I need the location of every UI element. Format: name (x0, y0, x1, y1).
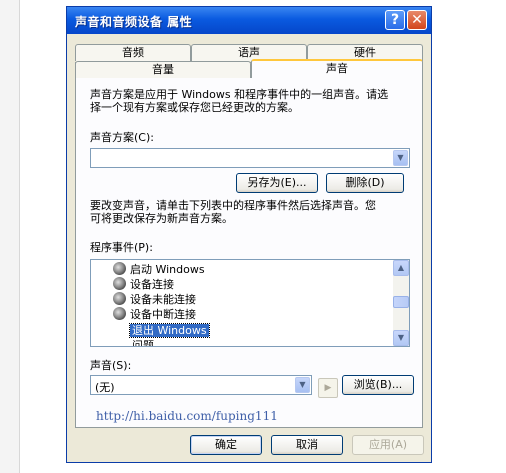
scheme-label: 声音方案(C): (90, 131, 154, 144)
list-item[interactable]: 设备未能连接 (113, 292, 196, 307)
chevron-down-icon[interactable]: ▼ (393, 150, 408, 166)
speaker-icon (113, 307, 126, 320)
list-item[interactable]: 启动 Windows (113, 262, 205, 277)
tab-audio[interactable]: 音频 (75, 44, 191, 61)
page-background-strip (0, 0, 20, 473)
scheme-select[interactable]: ▼ (90, 148, 410, 168)
sound-label: 声音(S): (90, 359, 132, 372)
chevron-down-icon[interactable]: ▼ (295, 377, 310, 393)
window-title: 声音和音频设备 属性 (75, 15, 193, 29)
tab-volume[interactable]: 音量 (75, 61, 251, 78)
apply-button[interactable]: 应用(A) (352, 435, 424, 455)
cancel-button[interactable]: 取消 (271, 435, 343, 455)
change-text-line-1: 要改变声音，请单击下列表中的程序事件然后选择声音。您 (90, 199, 376, 212)
list-item[interactable]: 设备连接 (113, 277, 174, 292)
delete-button[interactable]: 删除(D) (326, 173, 404, 193)
play-icon[interactable]: ▶ (318, 378, 338, 398)
list-item[interactable]: 设备中断连接 (113, 307, 196, 322)
sounds-tab-panel: 声音方案是应用于 Windows 和程序事件中的一组声音。请选 择一个现有方案或… (75, 62, 423, 428)
tab-sounds[interactable]: 声音 (251, 59, 423, 78)
help-button[interactable]: ? (385, 10, 405, 30)
change-text-line-2: 可将更改保存为新声音方案。 (90, 212, 233, 225)
ok-button[interactable]: 确定 (190, 435, 262, 455)
speaker-icon (113, 292, 126, 305)
sound-properties-dialog: 声音和音频设备 属性 ? ✕ 音频 语声 硬件 音量 声音 声音方案是应用于 W… (66, 6, 432, 463)
scroll-thumb[interactable] (393, 296, 409, 308)
sound-value: (无) (95, 381, 115, 394)
watermark-url: http://hi.baidu.com/fuping111 (96, 409, 278, 423)
list-item[interactable]: 问题 (132, 338, 154, 346)
scroll-up-icon[interactable]: ▲ (393, 260, 409, 276)
speaker-icon (113, 262, 126, 275)
program-events-label: 程序事件(P): (90, 241, 153, 254)
program-events-list[interactable]: 启动 Windows 设备连接 设备未能连接 设备中断连接 退出 Windows… (90, 259, 410, 347)
browse-button[interactable]: 浏览(B)... (342, 375, 414, 395)
save-as-button[interactable]: 另存为(E)... (236, 173, 318, 193)
list-item-selected[interactable]: 退出 Windows (129, 323, 210, 338)
intro-text-line-2: 择一个现有方案或保存您已经更改的方案。 (90, 101, 299, 114)
list-scrollbar[interactable]: ▲ ▼ (393, 260, 409, 346)
title-bar[interactable]: 声音和音频设备 属性 ? ✕ (67, 7, 431, 34)
speaker-icon (113, 277, 126, 290)
scroll-down-icon[interactable]: ▼ (393, 330, 409, 346)
sound-select[interactable]: (无) ▼ (90, 375, 312, 395)
intro-text-line-1: 声音方案是应用于 Windows 和程序事件中的一组声音。请选 (90, 88, 389, 101)
close-button[interactable]: ✕ (407, 10, 427, 30)
